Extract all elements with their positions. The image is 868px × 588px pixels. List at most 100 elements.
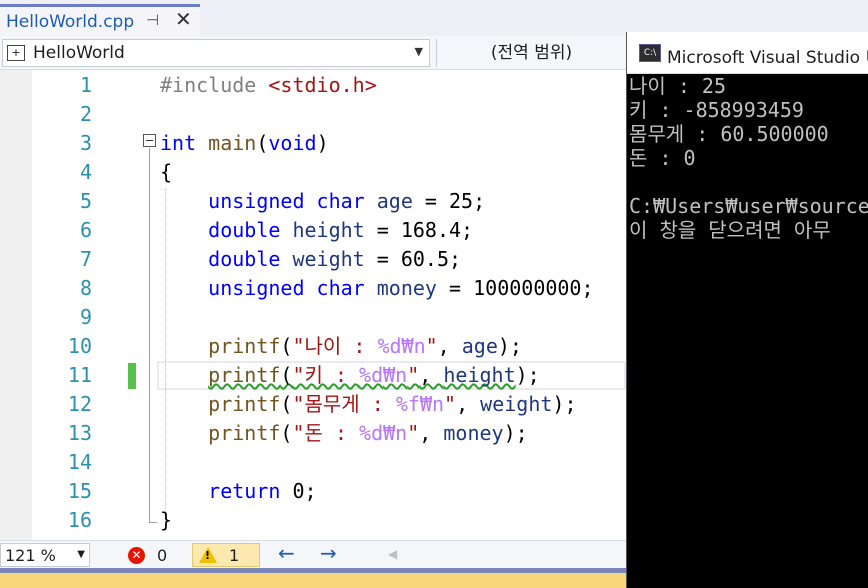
- code-token: printf: [208, 421, 281, 445]
- pin-icon[interactable]: ⊣: [146, 11, 159, 29]
- zoom-dropdown[interactable]: 121 % ▼: [0, 543, 90, 567]
- code-token: %f: [395, 392, 420, 416]
- code-token: printf: [208, 363, 281, 387]
- code-line[interactable]: 2: [0, 100, 626, 129]
- code-line[interactable]: 6 double height = 168.4;: [0, 216, 626, 245]
- code-token: ,: [456, 392, 481, 416]
- document-tab-bar: HelloWorld.cpp ⊣ ✕: [0, 0, 868, 36]
- console-line: 돈 : 0: [629, 146, 696, 170]
- code-text: double height = 168.4;: [160, 216, 473, 245]
- code-line[interactable]: 9: [0, 303, 626, 332]
- code-token: (: [280, 334, 293, 358]
- navigate-back-icon[interactable]: ←: [278, 541, 295, 565]
- debug-console-window[interactable]: C:\ Microsoft Visual Studio 디 나이 : 25 키 :…: [626, 32, 868, 588]
- code-token: );: [552, 392, 577, 416]
- warning-icon: !: [199, 547, 217, 563]
- code-text: #include <stdio.h>: [160, 71, 377, 100]
- line-number: 9: [79, 305, 92, 329]
- code-token: = 60.5;: [364, 247, 462, 271]
- code-token: "나이 :: [292, 334, 378, 358]
- code-line[interactable]: 13 printf("돈 : %d₩n", money);: [0, 419, 626, 448]
- code-token: main: [208, 131, 257, 155]
- console-title-bar[interactable]: C:\ Microsoft Visual Studio 디: [627, 32, 868, 74]
- code-token: = 168.4;: [364, 218, 474, 242]
- line-number: 1: [79, 73, 92, 97]
- error-icon: ✕: [128, 546, 145, 564]
- code-text: printf("키 : %d₩n", height);: [160, 361, 540, 390]
- code-line[interactable]: 15 return 0;: [0, 477, 626, 506]
- tab-helloworld-cpp[interactable]: HelloWorld.cpp ⊣ ✕: [0, 4, 200, 36]
- code-token: = 25;: [412, 189, 486, 213]
- code-token: double: [208, 247, 281, 271]
- code-line[interactable]: 4{: [0, 158, 626, 187]
- error-count-button[interactable]: ✕ 0: [128, 543, 167, 567]
- line-number: 16: [67, 508, 92, 532]
- code-text: return 0;: [160, 477, 316, 506]
- scope-dropdown[interactable]: (전역 범위): [436, 39, 626, 67]
- code-token: ₩n: [401, 334, 426, 358]
- line-number: 5: [79, 189, 92, 213]
- code-token: weight: [292, 247, 365, 271]
- scroll-left-icon[interactable]: ◀: [388, 547, 397, 561]
- code-token: <stdio.h>: [268, 73, 377, 97]
- code-token: = 100000000;: [436, 276, 594, 300]
- code-token: unsigned char: [208, 276, 365, 300]
- code-line[interactable]: 1 #include <stdio.h>: [0, 71, 626, 100]
- code-line[interactable]: 14: [0, 448, 626, 477]
- project-dropdown[interactable]: + HelloWorld ▼: [2, 39, 430, 67]
- code-line[interactable]: 8 unsigned char money = 100000000;: [0, 274, 626, 303]
- code-token: ₩n: [383, 421, 408, 445]
- code-token: (: [280, 363, 293, 387]
- code-line[interactable]: 11 printf("키 : %d₩n", height);: [0, 361, 626, 390]
- code-line[interactable]: 12 printf("몸무게 : %f₩n", weight);: [0, 390, 626, 419]
- code-text: unsigned char age = 25;: [160, 187, 485, 216]
- code-token: %d: [359, 421, 384, 445]
- code-editor[interactable]: 1 #include <stdio.h> 2 3 int main(void) 4{5 u…: [0, 70, 626, 540]
- code-token: printf: [208, 334, 281, 358]
- line-number: 12: [67, 392, 92, 416]
- navigate-forward-icon[interactable]: →: [320, 541, 337, 565]
- console-app-icon: C:\: [639, 44, 661, 62]
- code-text: unsigned char money = 100000000;: [160, 274, 594, 303]
- code-token: %d: [377, 334, 402, 358]
- code-token: printf: [208, 392, 281, 416]
- code-token: void: [268, 131, 317, 155]
- project-icon: +: [7, 45, 25, 61]
- code-token: ): [316, 131, 329, 155]
- code-token: money: [443, 421, 504, 445]
- code-line[interactable]: 3 int main(void): [0, 129, 626, 158]
- chevron-down-icon: ▼: [77, 549, 85, 560]
- editor-status-bar: 121 % ▼ ✕ 0 ! 1 ← → ◀: [0, 540, 626, 568]
- console-title: Microsoft Visual Studio 디: [667, 48, 868, 68]
- code-line[interactable]: 5 unsigned char age = 25;: [0, 187, 626, 216]
- code-line[interactable]: 10 printf("나이 : %d₩n", age);: [0, 332, 626, 361]
- code-token: {: [160, 160, 173, 184]
- code-line[interactable]: 16}: [0, 506, 626, 535]
- line-number: 2: [79, 102, 92, 126]
- code-token: );: [503, 421, 528, 445]
- code-text: printf("몸무게 : %f₩n", weight);: [160, 390, 577, 419]
- console-line: C:₩Users₩user₩source₩: [629, 194, 868, 218]
- warning-count: 1: [229, 545, 240, 565]
- line-number: 14: [67, 450, 92, 474]
- line-number: 15: [67, 479, 92, 503]
- close-icon[interactable]: ✕: [175, 7, 192, 31]
- code-token: age: [461, 334, 498, 358]
- warning-count-button[interactable]: ! 1: [192, 543, 260, 567]
- code-line[interactable]: 7 double weight = 60.5;: [0, 245, 626, 274]
- code-token: height: [292, 218, 365, 242]
- code-token: );: [515, 363, 540, 387]
- line-number: 7: [79, 247, 92, 271]
- code-text: printf("돈 : %d₩n", money);: [160, 419, 528, 448]
- error-count: 0: [157, 545, 168, 565]
